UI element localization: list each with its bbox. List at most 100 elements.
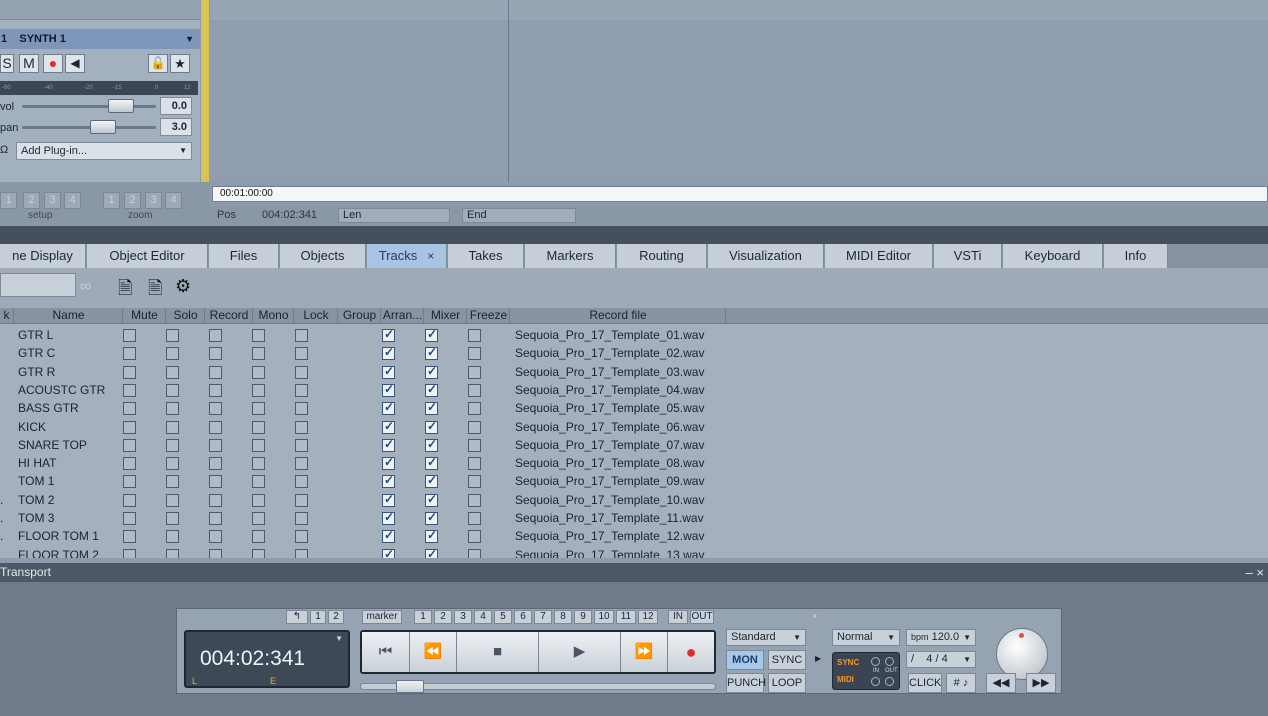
solo-checkbox[interactable]: [166, 347, 179, 361]
marker-button-5[interactable]: 5: [494, 610, 512, 624]
table-row[interactable]: HI HAT Sequoia_Pro_17_Template_08.wav: [0, 454, 1268, 472]
setup-button-1[interactable]: 1: [0, 192, 17, 209]
lock-checkbox[interactable]: [295, 383, 308, 397]
play-mode-select[interactable]: Normal ▼: [832, 629, 900, 646]
arrange-checkbox[interactable]: [382, 400, 395, 416]
solo-button[interactable]: S: [0, 54, 14, 73]
lock-checkbox[interactable]: [295, 347, 308, 361]
lock-checkbox[interactable]: [295, 512, 308, 525]
click-button[interactable]: CLICK: [908, 673, 942, 693]
record-checkbox[interactable]: [209, 457, 222, 471]
rewind-button[interactable]: ⏪: [410, 632, 457, 672]
jog-back-button[interactable]: ◀◀: [986, 673, 1016, 693]
solo-checkbox[interactable]: [166, 530, 179, 544]
freeze-checkbox[interactable]: [468, 402, 481, 416]
freeze-checkbox[interactable]: [468, 383, 481, 397]
mono-checkbox[interactable]: [252, 457, 265, 471]
mixer-checkbox[interactable]: [425, 547, 438, 558]
zoom-button-1[interactable]: 1: [103, 192, 120, 209]
end-field[interactable]: End: [462, 208, 576, 223]
record-button[interactable]: ●: [668, 632, 714, 672]
freeze-checkbox[interactable]: [468, 548, 481, 558]
lock-button[interactable]: 🔓: [148, 54, 168, 73]
jog-forward-button[interactable]: ▶▶: [1026, 673, 1056, 693]
freeze-checkbox[interactable]: [468, 512, 481, 525]
table-row[interactable]: FLOOR TOM 2 Sequoia_Pro_17_Template_13.wa…: [0, 546, 1268, 558]
mono-checkbox[interactable]: [252, 347, 265, 361]
mute-checkbox[interactable]: [123, 548, 136, 558]
track-name-cell[interactable]: TOM 3: [18, 509, 54, 527]
record-checkbox[interactable]: [209, 512, 222, 525]
add-plugin-select[interactable]: Add Plug-in... ▼: [16, 142, 192, 160]
pre-button-1[interactable]: 1: [310, 610, 326, 624]
arrange-checkbox[interactable]: [382, 528, 395, 544]
tab-midi-editor[interactable]: MIDI Editor: [825, 244, 933, 268]
arrange-checkbox[interactable]: [382, 455, 395, 471]
mono-checkbox[interactable]: [252, 402, 265, 416]
pan-slider-track[interactable]: [22, 126, 156, 129]
col-header-arrange[interactable]: Arran...: [382, 308, 424, 324]
track-name-cell[interactable]: TOM 2: [18, 491, 54, 509]
record-file-cell[interactable]: Sequoia_Pro_17_Template_10.wav: [515, 491, 704, 509]
mixer-checkbox[interactable]: [425, 455, 438, 471]
solo-checkbox[interactable]: [166, 420, 179, 434]
arrange-checkbox[interactable]: [382, 473, 395, 489]
arrange-checkbox[interactable]: [382, 492, 395, 507]
mute-checkbox[interactable]: [123, 530, 136, 544]
record-checkbox[interactable]: [209, 329, 222, 342]
pre-button-2[interactable]: 2: [328, 610, 344, 624]
pos-value[interactable]: 004:02:341: [262, 209, 317, 221]
mute-checkbox[interactable]: [123, 438, 136, 452]
mono-checkbox[interactable]: [252, 365, 265, 379]
signature-field[interactable]: / 4 / 4 ▼: [906, 651, 976, 668]
col-header-mute[interactable]: Mute: [124, 308, 166, 324]
arrange-checkbox[interactable]: [382, 382, 395, 397]
record-file-cell[interactable]: Sequoia_Pro_17_Template_09.wav: [515, 472, 704, 490]
col-header-freeze[interactable]: Freeze: [468, 308, 510, 324]
mixer-checkbox[interactable]: [425, 419, 438, 434]
record-checkbox[interactable]: [209, 438, 222, 452]
freeze-checkbox[interactable]: [468, 475, 481, 489]
volume-value[interactable]: 0.0: [160, 97, 192, 115]
record-file-cell[interactable]: Sequoia_Pro_17_Template_03.wav: [515, 363, 704, 381]
table-row[interactable]: GTR L Sequoia_Pro_17_Template_01.wav: [0, 326, 1268, 344]
mono-checkbox[interactable]: [252, 383, 265, 397]
freeze-checkbox[interactable]: [468, 347, 481, 361]
filter-input[interactable]: [0, 273, 76, 297]
record-checkbox[interactable]: [209, 548, 222, 558]
marker-button-12[interactable]: 12: [638, 610, 658, 624]
zoom-button-2[interactable]: 2: [124, 192, 141, 209]
table-row[interactable]: KICK Sequoia_Pro_17_Template_06.wav: [0, 418, 1268, 436]
mixer-checkbox[interactable]: [425, 327, 438, 342]
solo-checkbox[interactable]: [166, 512, 179, 525]
time-display[interactable]: ▼ 004:02:341 L E: [184, 630, 350, 688]
solo-checkbox[interactable]: [166, 383, 179, 397]
setup-button-4[interactable]: 4: [64, 192, 81, 209]
track-title-bar[interactable]: 1 SYNTH 1 ▼: [0, 29, 200, 49]
record-checkbox[interactable]: [209, 420, 222, 434]
lock-checkbox[interactable]: [295, 530, 308, 544]
track-name-cell[interactable]: FLOOR TOM 2: [18, 546, 99, 558]
arrange-checkbox[interactable]: [382, 437, 395, 452]
chevron-right-icon[interactable]: ▶: [815, 654, 821, 663]
record-checkbox[interactable]: [209, 475, 222, 489]
punch-button[interactable]: PUNCH: [726, 673, 766, 693]
solo-checkbox[interactable]: [166, 457, 179, 471]
mute-checkbox[interactable]: [123, 402, 136, 416]
lock-checkbox[interactable]: [295, 420, 308, 434]
mono-checkbox[interactable]: [252, 329, 265, 342]
solo-checkbox[interactable]: [166, 365, 179, 379]
chevron-down-icon[interactable]: ▼: [185, 29, 194, 49]
mixer-checkbox[interactable]: [425, 528, 438, 544]
lock-checkbox[interactable]: [295, 548, 308, 558]
col-header-record-file[interactable]: Record file: [511, 308, 726, 324]
solo-checkbox[interactable]: [166, 402, 179, 416]
tab-line-display[interactable]: ne Display: [0, 244, 86, 268]
marker-button-6[interactable]: 6: [514, 610, 532, 624]
solo-checkbox[interactable]: [166, 475, 179, 489]
track-name-cell[interactable]: KICK: [18, 418, 46, 436]
tab-vsti[interactable]: VSTi: [934, 244, 1002, 268]
table-row[interactable]: ACOUSTC GTR Sequoia_Pro_17_Template_04.wa…: [0, 381, 1268, 399]
table-row[interactable]: . TOM 3 Sequoia_Pro_17_Template_11.wav: [0, 509, 1268, 527]
volume-slider-track[interactable]: [22, 105, 156, 108]
